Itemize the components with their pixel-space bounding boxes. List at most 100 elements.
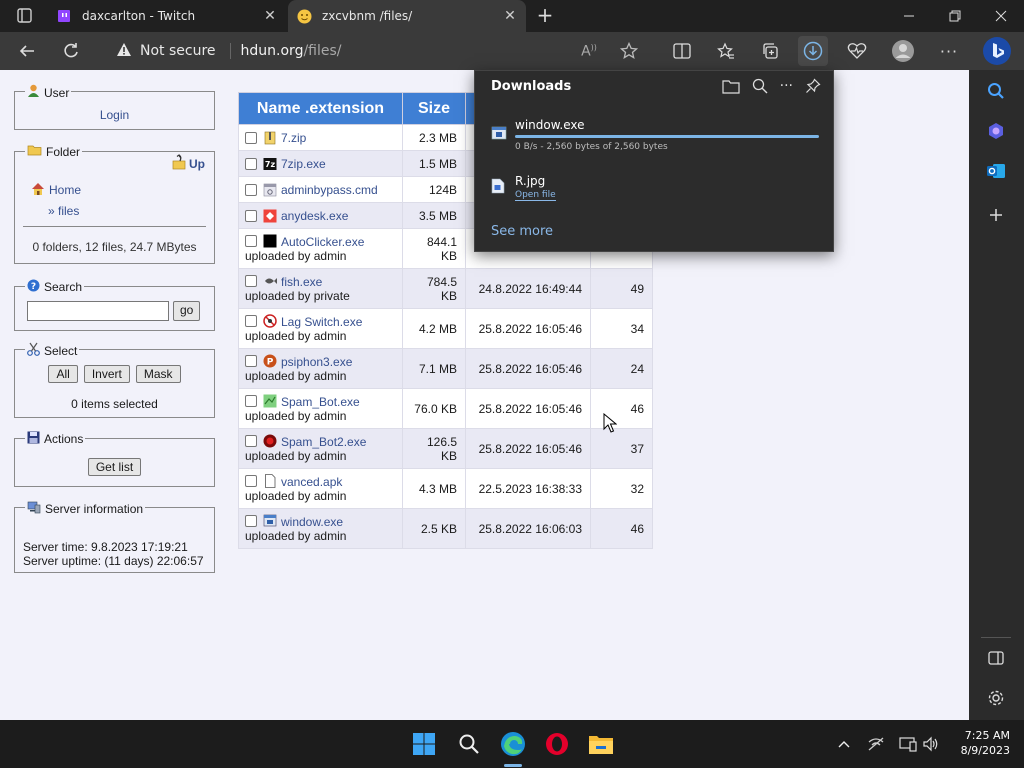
profile-button[interactable] bbox=[888, 36, 918, 66]
select-legend-text: Select bbox=[44, 343, 78, 358]
actions-legend: Actions bbox=[25, 431, 86, 447]
table-row[interactable]: Lag Switch.exe uploaded by admin 4.2 MB 25.… bbox=[238, 308, 653, 349]
close-window-button[interactable] bbox=[978, 0, 1024, 32]
table-row[interactable]: Spam_Bot2.exe uploaded by admin 126.5 KB 25… bbox=[238, 428, 653, 469]
taskbar-search-button[interactable] bbox=[455, 730, 483, 758]
select-all-button[interactable]: All bbox=[48, 365, 78, 383]
taskbar-edge-button[interactable] bbox=[499, 730, 527, 758]
table-row[interactable]: window.exe uploaded by admin 2.5 KB 25.8.20… bbox=[238, 508, 653, 549]
tab-twitch[interactable]: daxcarlton - Twitch ✕ bbox=[48, 0, 286, 32]
mask-button[interactable]: Mask bbox=[135, 365, 181, 383]
row-checkbox[interactable] bbox=[245, 209, 257, 222]
file-link[interactable]: psiphon3.exe bbox=[281, 354, 352, 368]
read-aloud-button[interactable]: A)) bbox=[574, 36, 604, 66]
settings-more-button[interactable]: ··· bbox=[934, 36, 964, 66]
login-link[interactable]: Login bbox=[100, 108, 129, 122]
table-row[interactable]: vanced.apk uploaded by admin 4.3 MB 22.5.20… bbox=[238, 468, 653, 509]
download-item-window[interactable]: window.exe 0 B/s - 2,560 bytes of 2,560 … bbox=[491, 118, 821, 158]
row-checkbox[interactable] bbox=[245, 475, 257, 488]
row-checkbox[interactable] bbox=[245, 515, 257, 528]
hide-sidebar-button[interactable] bbox=[983, 645, 1009, 671]
search-input[interactable] bbox=[27, 301, 169, 321]
open-downloads-folder-icon[interactable] bbox=[722, 78, 740, 98]
sidebar-search-button[interactable] bbox=[983, 78, 1009, 104]
table-row[interactable]: Spam_Bot.exe uploaded by admin 76.0 KB 25.8… bbox=[238, 388, 653, 429]
minimize-button[interactable] bbox=[886, 0, 932, 32]
download-item-rjpg[interactable]: R.jpg Open file bbox=[491, 174, 821, 208]
row-checkbox[interactable] bbox=[245, 355, 257, 368]
see-more-link[interactable]: See more bbox=[491, 224, 553, 239]
browser-essentials-button[interactable] bbox=[842, 36, 872, 66]
row-checkbox[interactable] bbox=[245, 157, 257, 170]
autoclicker-icon bbox=[263, 234, 277, 248]
favorites-button[interactable] bbox=[711, 36, 741, 66]
file-link[interactable]: window.exe bbox=[281, 514, 343, 528]
taskbar-opera-button[interactable] bbox=[543, 730, 571, 758]
file-link[interactable]: 7.zip bbox=[281, 131, 306, 145]
file-hits-cell: 32 bbox=[590, 468, 653, 509]
file-link[interactable]: fish.exe bbox=[281, 274, 322, 288]
refresh-button[interactable] bbox=[56, 36, 86, 66]
file-link[interactable]: Spam_Bot.exe bbox=[281, 394, 360, 408]
row-checkbox[interactable] bbox=[245, 235, 257, 248]
tab-files[interactable]: zxcvbnm /files/ ✕ bbox=[288, 0, 526, 32]
minimize-icon bbox=[904, 15, 914, 17]
sidebar-settings-button[interactable] bbox=[983, 685, 1009, 711]
show-hidden-icons-button[interactable] bbox=[834, 734, 854, 754]
get-list-button[interactable]: Get list bbox=[87, 458, 142, 476]
pin-icon[interactable] bbox=[805, 78, 821, 98]
row-checkbox[interactable] bbox=[245, 275, 257, 288]
system-clock[interactable]: 7:25 AM 8/9/2023 bbox=[948, 728, 1010, 758]
current-folder-link[interactable]: » files bbox=[48, 204, 79, 218]
split-screen-button[interactable] bbox=[667, 36, 697, 66]
file-link[interactable]: 7zip.exe bbox=[281, 157, 326, 171]
row-checkbox[interactable] bbox=[245, 131, 257, 144]
taskbar-file-explorer-button[interactable] bbox=[587, 730, 615, 758]
file-link[interactable]: AutoClicker.exe bbox=[281, 234, 364, 248]
file-link[interactable]: anydesk.exe bbox=[281, 209, 348, 223]
sidebar-toggle-icon bbox=[988, 651, 1004, 665]
column-header-size[interactable]: Size bbox=[402, 92, 466, 125]
close-tab-icon[interactable]: ✕ bbox=[502, 8, 518, 24]
search-downloads-icon[interactable] bbox=[752, 78, 768, 98]
file-link[interactable]: vanced.apk bbox=[281, 474, 342, 488]
file-link[interactable]: Lag Switch.exe bbox=[281, 314, 362, 328]
network-status-button[interactable] bbox=[866, 734, 886, 754]
svg-text:P: P bbox=[267, 358, 274, 368]
sidebar-add-button[interactable] bbox=[983, 202, 1009, 228]
display-button[interactable] bbox=[898, 734, 918, 754]
search-go-button[interactable]: go bbox=[173, 301, 201, 321]
tab-actions-button[interactable] bbox=[6, 5, 42, 27]
warning-icon[interactable] bbox=[116, 42, 132, 61]
table-row[interactable]: fish.exe uploaded by private 784.5 KB 24.8.… bbox=[238, 268, 653, 309]
collections-button[interactable] bbox=[755, 36, 785, 66]
row-checkbox[interactable] bbox=[245, 395, 257, 408]
downloads-button[interactable] bbox=[798, 36, 828, 66]
sidebar-outlook-button[interactable] bbox=[983, 158, 1009, 184]
more-options-icon[interactable]: ··· bbox=[780, 78, 793, 98]
close-tab-icon[interactable]: ✕ bbox=[262, 8, 278, 24]
open-file-link[interactable]: Open file bbox=[515, 190, 556, 201]
favorite-button[interactable] bbox=[614, 36, 644, 66]
row-checkbox[interactable] bbox=[245, 315, 257, 328]
file-link[interactable]: adminbypass.cmd bbox=[281, 183, 378, 197]
sidebar-copilot-button[interactable] bbox=[983, 118, 1009, 144]
row-checkbox[interactable] bbox=[245, 435, 257, 448]
invert-selection-button[interactable]: Invert bbox=[83, 365, 130, 383]
tab-strip: daxcarlton - Twitch ✕ zxcvbnm /files/ ✕ … bbox=[0, 0, 1024, 32]
user-legend-text: User bbox=[44, 85, 70, 100]
home-link[interactable]: Home bbox=[31, 182, 81, 198]
back-button[interactable] bbox=[12, 36, 42, 66]
row-checkbox[interactable] bbox=[245, 183, 257, 196]
twitch-icon bbox=[56, 8, 72, 24]
table-row[interactable]: Ppsiphon3.exe uploaded by admin 7.1 MB 25.8… bbox=[238, 348, 653, 389]
volume-button[interactable] bbox=[921, 734, 941, 754]
new-tab-button[interactable]: + bbox=[534, 4, 556, 26]
file-link[interactable]: Spam_Bot2.exe bbox=[281, 434, 366, 448]
start-button[interactable] bbox=[410, 730, 438, 758]
column-header-name[interactable]: Name .extension bbox=[238, 92, 403, 125]
file-date-cell: 25.8.2022 16:05:46 bbox=[465, 308, 591, 349]
bing-chat-button[interactable] bbox=[980, 34, 1014, 68]
folder-up-link[interactable]: Up bbox=[172, 154, 205, 173]
restore-button[interactable] bbox=[932, 0, 978, 32]
